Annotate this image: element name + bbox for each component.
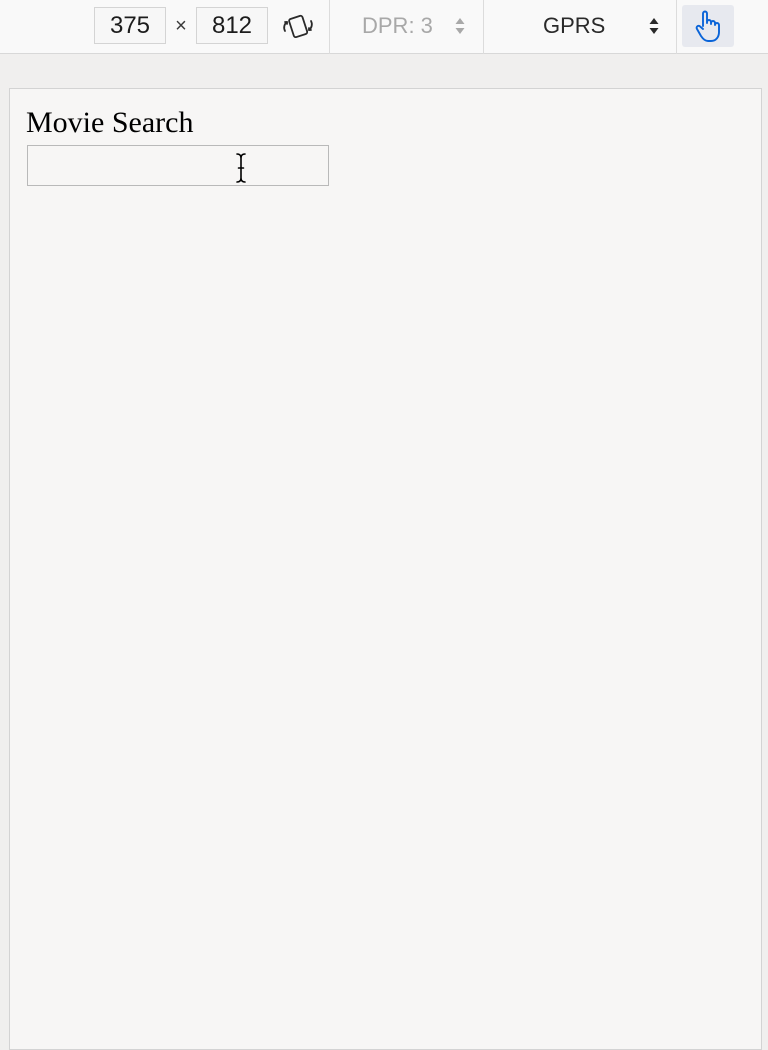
device-viewport: Movie Search — [9, 88, 762, 1050]
viewport-height-input[interactable] — [196, 7, 268, 44]
viewport-width-input[interactable] — [94, 7, 166, 44]
rotate-device-icon — [283, 14, 313, 39]
dimension-separator: × — [175, 15, 187, 37]
touch-hand-icon — [695, 10, 720, 42]
touch-simulation-button[interactable] — [682, 5, 734, 47]
rotate-device-button[interactable] — [280, 10, 316, 42]
responsive-design-toolbar: × DPR: 3 GPRS — [0, 0, 768, 54]
toolbar-divider — [676, 0, 677, 54]
movie-search-input[interactable] — [27, 145, 329, 186]
toolbar-divider — [329, 0, 330, 54]
dpr-updown-arrows-icon — [455, 18, 465, 34]
toolbar-divider — [483, 0, 484, 54]
network-throttling-selector[interactable]: GPRS — [543, 9, 605, 43]
page-title: Movie Search — [26, 106, 194, 139]
device-pixel-ratio-selector[interactable]: DPR: 3 — [362, 9, 433, 43]
network-updown-arrows-icon — [649, 18, 659, 34]
